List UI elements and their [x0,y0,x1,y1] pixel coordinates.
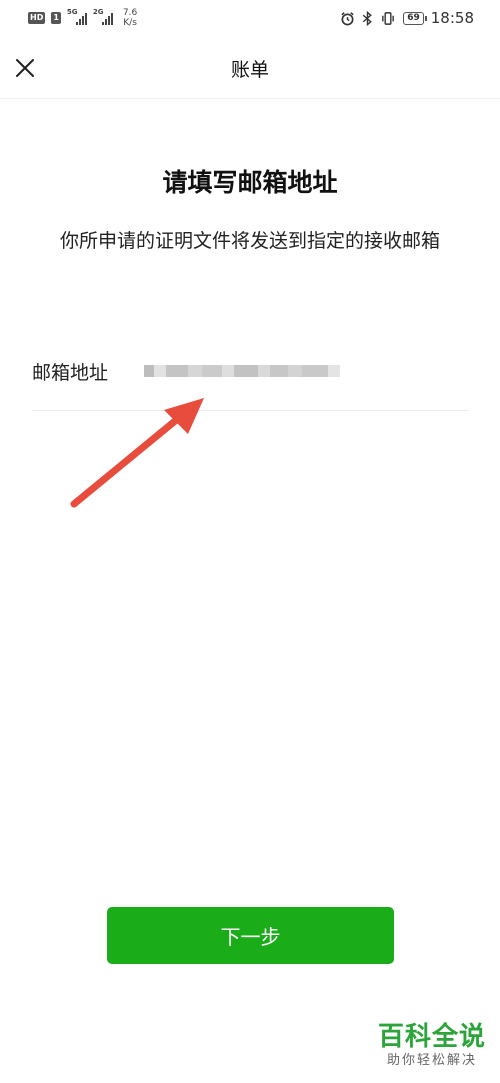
network-speed-unit: K/s [123,18,137,28]
form-description: 你所申请的证明文件将发送到指定的接收邮箱 [59,230,440,252]
status-right: 69 18:58 [340,9,474,27]
annotation-arrow-icon [70,398,204,508]
vibrate-icon [382,11,395,25]
network-speed-value: 7.6 [122,8,138,18]
bluetooth-icon [363,10,373,26]
page-title: 账单 [230,59,269,81]
status-left: HD 1 5G 2G 7.6 K/s [28,8,137,28]
status-time: 18:58 [430,9,474,27]
email-input[interactable] [144,354,464,390]
watermark-logo: 百科全说 助你轻松解决 [378,1022,486,1070]
signal-2g-icon: 2G [92,8,113,25]
signal-5g-label: 5G [66,8,78,16]
network-speed: 7.6 K/s [123,8,137,28]
alarm-icon [341,11,354,25]
hd-badge: HD [28,12,46,24]
battery-icon: 69 [403,11,427,25]
signal-2g-label: 2G [92,8,104,16]
nav-bar: 账单 [0,38,500,99]
email-field-label: 邮箱地址 [32,362,109,384]
watermark-subtitle: 助你轻松解决 [386,1053,477,1068]
next-step-button[interactable]: 下一步 [107,907,394,964]
status-bar: HD 1 5G 2G 7.6 K/s 69 18:58 [0,0,500,38]
watermark-title: 百科全说 [377,1022,486,1052]
form-heading: 请填写邮箱地址 [162,168,338,197]
screen: HD 1 5G 2G 7.6 K/s 69 18:58 账单 请填写邮箱地址 你… [0,0,500,1083]
sim-1-badge: 1 [51,12,61,24]
signal-5g-icon: 5G [66,8,87,25]
